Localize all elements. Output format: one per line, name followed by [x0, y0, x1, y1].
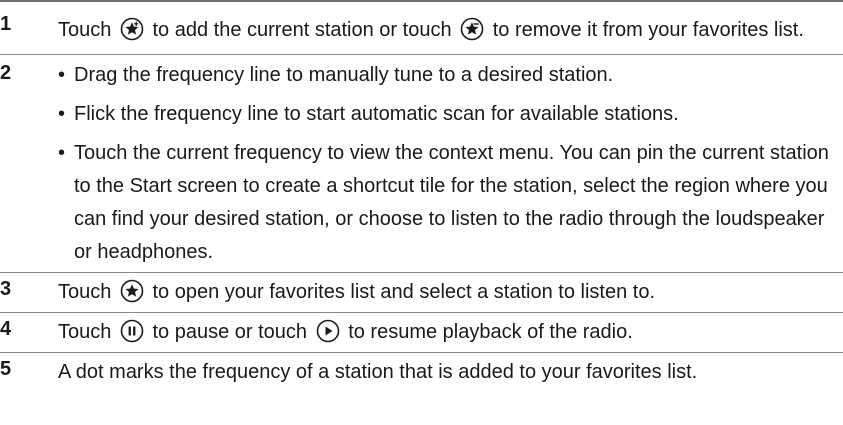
- bullet-text: Touch the current frequency to view the …: [74, 142, 829, 263]
- step-row-3: 3 Touch to open your favorites list and …: [0, 273, 843, 313]
- step-text: Touch: [58, 19, 112, 41]
- step-description: A dot marks the frequency of a station t…: [58, 353, 843, 392]
- step-row-2: 2 • Drag the frequency line to manually …: [0, 55, 843, 273]
- list-item: • Flick the frequency line to start auto…: [58, 98, 843, 131]
- remove-favorite-icon: [460, 17, 484, 41]
- step-description: Touch to open your favorites list and se…: [58, 273, 843, 312]
- step-description: Touch to pause or touch to resume playba…: [58, 313, 843, 352]
- play-icon: [316, 319, 340, 343]
- step-number: 2: [0, 62, 12, 84]
- step-text: Touch: [58, 321, 112, 343]
- step-text: to remove it from your favorites list.: [492, 19, 804, 41]
- bullet-icon: •: [58, 103, 66, 125]
- step-text: to resume playback of the radio.: [348, 321, 633, 343]
- favorites-icon: [120, 279, 144, 303]
- instruction-table: 1 Touch to add the current station or to…: [0, 0, 843, 425]
- step-description: • Drag the frequency line to manually tu…: [58, 55, 843, 272]
- list-item: • Drag the frequency line to manually tu…: [58, 59, 843, 92]
- pause-icon: [120, 319, 144, 343]
- list-item: • Touch the current frequency to view th…: [58, 137, 843, 269]
- step-text: to open your favorites list and select a…: [152, 281, 656, 303]
- step-text: A dot marks the frequency of a station t…: [58, 361, 698, 383]
- step-number: 4: [0, 318, 12, 340]
- step-text: to add the current station or touch: [152, 19, 452, 41]
- step-number: 5: [0, 358, 12, 380]
- bullet-icon: •: [58, 142, 66, 164]
- step-number: 3: [0, 278, 12, 300]
- step-row-5: 5 A dot marks the frequency of a station…: [0, 353, 843, 392]
- step-number: 1: [0, 13, 12, 35]
- bullet-icon: •: [58, 64, 66, 86]
- add-favorite-icon: [120, 17, 144, 41]
- bullet-text: Drag the frequency line to manually tune…: [74, 64, 614, 86]
- step-text: to pause or touch: [152, 321, 308, 343]
- bullet-text: Flick the frequency line to start automa…: [74, 103, 679, 125]
- step-row-4: 4 Touch to pause or touch to resume play…: [0, 313, 843, 353]
- step-row-1: 1 Touch to add the current station or to…: [0, 2, 843, 55]
- step-description: Touch to add the current station or touc…: [58, 2, 843, 54]
- step-text: Touch: [58, 281, 112, 303]
